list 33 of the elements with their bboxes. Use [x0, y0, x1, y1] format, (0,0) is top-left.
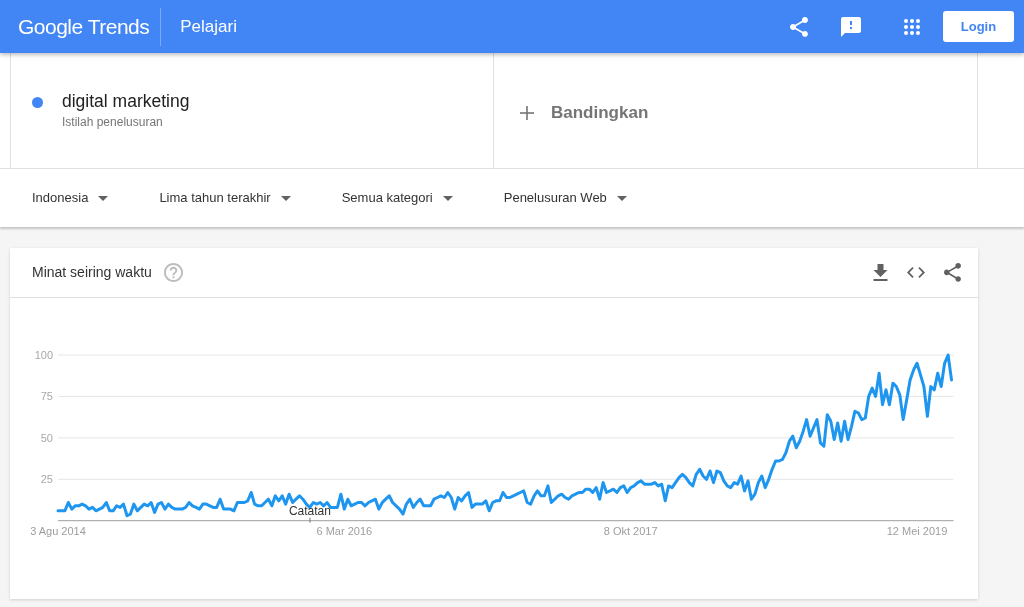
annotation-tick-icon [309, 517, 311, 523]
y-axis-label: 25 [40, 473, 53, 486]
x-axis-label: 3 Agu 2014 [30, 524, 86, 537]
caret-icon [442, 195, 453, 201]
share-icon[interactable] [790, 16, 808, 37]
y-axis-label: 75 [40, 390, 53, 403]
filter-dropdown[interactable]: Penelusuran Web [503, 188, 627, 208]
app-logo[interactable]: Google Trends [18, 10, 150, 43]
page-title[interactable]: Pelajari [180, 13, 237, 40]
y-axis-label: 100 [34, 349, 53, 361]
share-icon[interactable] [944, 263, 961, 282]
apps-icon[interactable] [904, 18, 920, 35]
login-button[interactable]: Login [943, 11, 1014, 42]
download-icon[interactable] [873, 264, 888, 281]
feedback-icon[interactable] [841, 16, 861, 37]
term-type-label: Istilah penelusuran [62, 114, 164, 130]
caret-icon [616, 195, 627, 201]
x-axis-label: 8 Okt 2017 [603, 524, 658, 537]
x-axis-label: 6 Mar 2016 [316, 524, 373, 537]
caret-icon [280, 195, 291, 201]
caret-icon [98, 195, 109, 201]
filter-dropdown[interactable]: Semua kategori [341, 188, 453, 208]
compare-button[interactable]: Bandingkan [520, 103, 649, 123]
card-title: Minat seiring waktu [32, 263, 152, 282]
x-axis-label: 12 Mei 2019 [886, 524, 948, 537]
filter-dropdown[interactable]: Indonesia [32, 188, 109, 208]
help-icon[interactable] [163, 263, 183, 282]
filter-dropdown[interactable]: Lima tahun terakhir [159, 188, 291, 208]
y-axis-label: 50 [40, 431, 53, 444]
search-term[interactable]: digital marketing [62, 91, 190, 112]
annotation-label: Catatan [288, 503, 331, 518]
code-icon[interactable] [907, 267, 925, 278]
plus-icon [520, 106, 534, 120]
